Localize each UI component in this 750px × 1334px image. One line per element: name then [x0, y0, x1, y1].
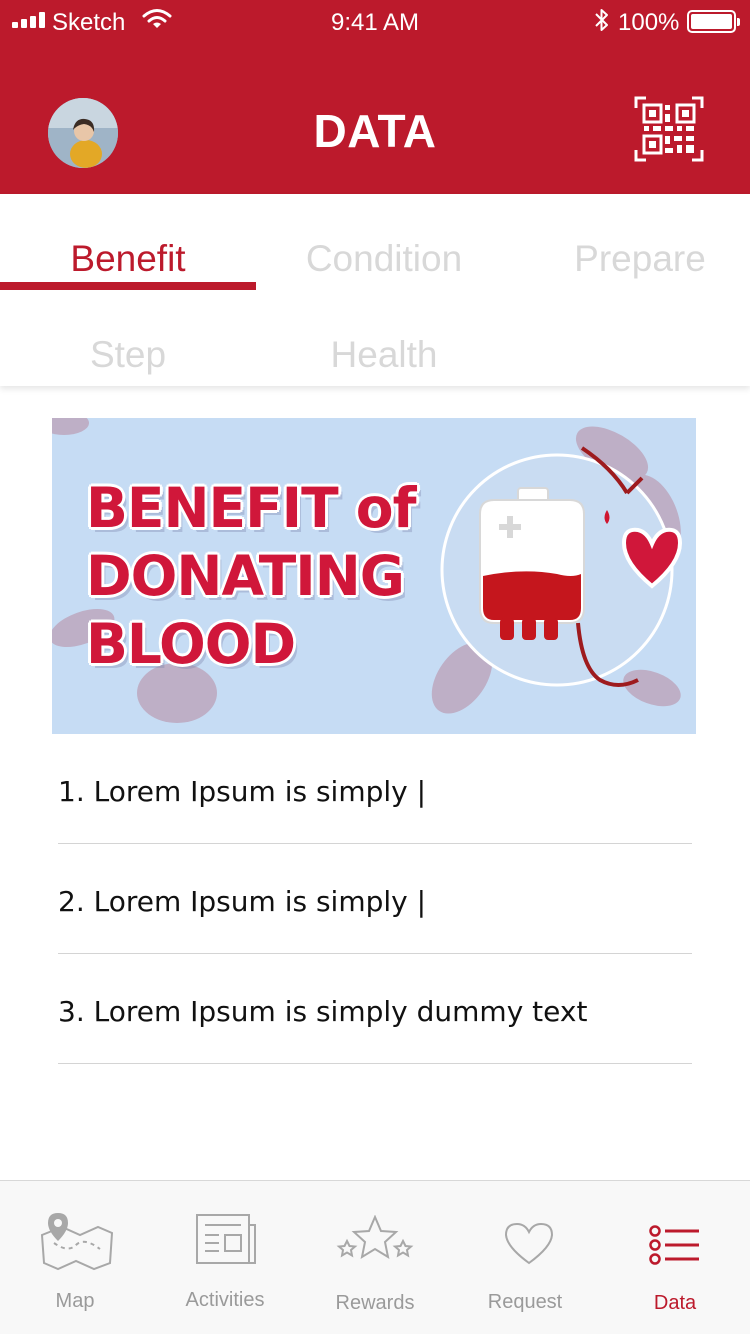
nav-request-label: Request — [487, 1291, 563, 1313]
active-tab-indicator — [0, 282, 256, 290]
banner-title-line-2: DONATING — [86, 544, 405, 608]
battery-percent: 100% — [618, 9, 680, 36]
tab-benefit[interactable]: Benefit — [0, 233, 256, 285]
qr-code-icon[interactable] — [634, 96, 704, 162]
nav-activities[interactable]: Activities — [150, 1181, 300, 1334]
banner-title-line-3: BLOOD — [86, 612, 296, 676]
nav-request[interactable]: Request — [450, 1181, 600, 1334]
tab-condition[interactable]: Condition — [256, 233, 512, 285]
list-item[interactable]: 2. Lorem Ipsum is simply | — [58, 844, 692, 954]
tab-step[interactable]: Step — [0, 329, 256, 381]
nav-map-label: Map — [55, 1290, 95, 1312]
status-bar: Sketch 9:41 AM 100% — [0, 0, 750, 44]
nav-rewards[interactable]: Rewards — [300, 1181, 450, 1334]
tab-prepare[interactable]: Prepare — [512, 233, 750, 285]
map-icon — [2, 1211, 152, 1273]
list-item[interactable]: 3. Lorem Ipsum is simply dummy text — [58, 954, 692, 1064]
nav-data[interactable]: Data — [600, 1181, 750, 1334]
list-item[interactable]: 1. Lorem Ipsum is simply | — [58, 734, 692, 844]
nav-map[interactable]: Map — [0, 1181, 150, 1334]
newspaper-icon — [151, 1211, 301, 1267]
list-icon — [600, 1225, 750, 1265]
list-item-text: 2. Lorem Ipsum is simply | — [58, 885, 427, 918]
bluetooth-icon — [594, 7, 610, 40]
stars-icon — [300, 1215, 450, 1265]
nav-rewards-label: Rewards — [335, 1292, 415, 1314]
list-item-text: 3. Lorem Ipsum is simply dummy text — [58, 995, 588, 1028]
benefit-banner-image: BENEFIT of DONATING BLOOD — [52, 418, 696, 734]
list-item-text: 1. Lorem Ipsum is simply | — [58, 775, 427, 808]
bottom-tab-bar: Map Activities Rewards Request Data — [0, 1180, 750, 1334]
nav-activities-label: Activities — [185, 1289, 265, 1311]
banner-title-line-1: BENEFIT of — [86, 476, 417, 540]
battery-icon — [687, 10, 740, 33]
app-header: Sketch 9:41 AM 100% DATA — [0, 0, 750, 194]
heart-icon — [454, 1221, 604, 1265]
tab-health[interactable]: Health — [256, 329, 512, 381]
nav-data-label: Data — [653, 1292, 697, 1314]
